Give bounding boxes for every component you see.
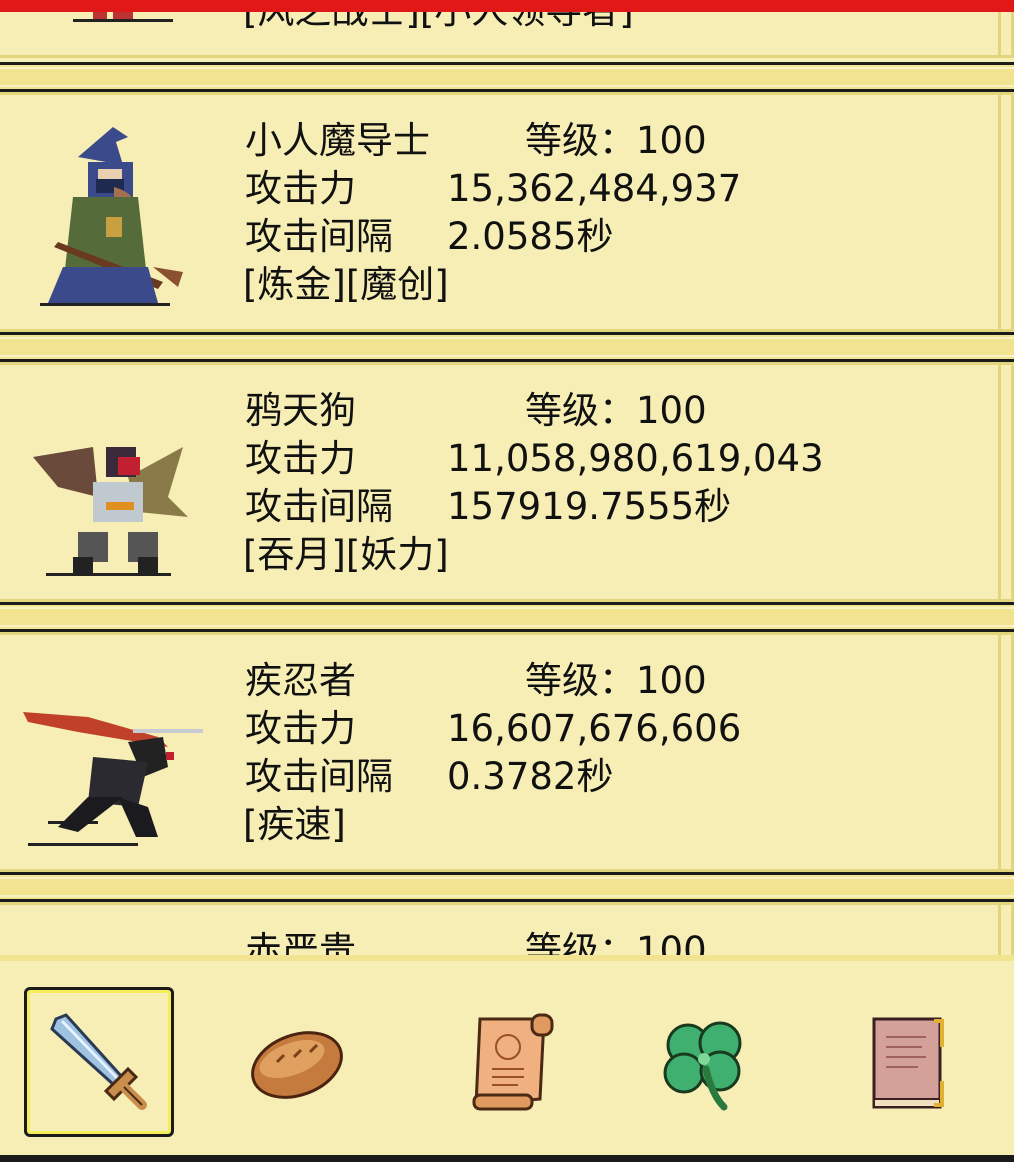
unit-card[interactable]: 疾忍者 等级：100 攻击力 16,607,676,606 攻击间隔 0.378… bbox=[0, 632, 1014, 872]
ninja-icon bbox=[18, 657, 208, 847]
unit-card[interactable]: 鸦天狗 等级：100 攻击力 11,058,980,619,043 攻击间隔 1… bbox=[0, 362, 1014, 602]
interval-label: 攻击间隔 bbox=[245, 755, 393, 798]
sword-icon bbox=[50, 1013, 147, 1110]
interval-value: 2.0585秒 bbox=[447, 215, 614, 258]
card-divider bbox=[0, 332, 1014, 362]
card-divider bbox=[0, 602, 1014, 632]
unit-name: 赤严贵 bbox=[245, 929, 356, 955]
helmet-icon bbox=[18, 927, 208, 955]
unit-name: 疾忍者 bbox=[245, 659, 356, 702]
interval-label: 攻击间隔 bbox=[245, 215, 393, 258]
attack-value: 11,058,980,619,043 bbox=[447, 437, 824, 480]
attack-label: 攻击力 bbox=[245, 437, 356, 480]
unit-card[interactable]: 赤严贵 等级：100 bbox=[0, 902, 1014, 955]
tab-luck[interactable] bbox=[630, 987, 780, 1137]
unit-level: 等级：100 bbox=[525, 929, 707, 955]
card-divider bbox=[0, 62, 1014, 92]
book-icon bbox=[872, 1017, 944, 1109]
unit-level: 等级：100 bbox=[525, 389, 707, 432]
bottom-toolbar bbox=[0, 955, 1014, 1162]
tab-weapons[interactable] bbox=[24, 987, 174, 1137]
card-divider bbox=[0, 872, 1014, 902]
interval-value: 0.3782秒 bbox=[447, 755, 614, 798]
attack-value: 15,362,484,937 bbox=[447, 167, 742, 210]
attack-value: 16,607,676,606 bbox=[447, 707, 742, 750]
tab-food[interactable] bbox=[222, 987, 372, 1137]
tab-records[interactable] bbox=[832, 987, 982, 1137]
card-tags: [炼金][魔创] bbox=[243, 263, 449, 306]
unit-name: 鸦天狗 bbox=[245, 389, 356, 432]
unit-level: 等级：100 bbox=[525, 659, 707, 702]
unit-level: 等级：100 bbox=[525, 119, 707, 162]
attack-label: 攻击力 bbox=[245, 167, 356, 210]
card-tags: [吞月][妖力] bbox=[243, 533, 449, 576]
unit-name: 小人魔导士 bbox=[245, 119, 430, 162]
interval-label: 攻击间隔 bbox=[245, 485, 393, 528]
mage-icon bbox=[18, 117, 208, 307]
interval-value: 157919.7555秒 bbox=[447, 485, 732, 528]
tengu-icon bbox=[18, 387, 208, 577]
attack-label: 攻击力 bbox=[245, 707, 356, 750]
toolbar-bottom-line bbox=[0, 1155, 1014, 1162]
unit-list[interactable]: [风之战士][小人领导者] 小人魔导士 等级：100 攻击力 15,362,48… bbox=[0, 0, 1014, 955]
top-red-bar bbox=[0, 0, 1014, 12]
bread-icon bbox=[251, 1031, 343, 1099]
card-tags: [疾速] bbox=[243, 803, 346, 846]
clover-icon bbox=[663, 1021, 742, 1111]
scroll-icon bbox=[472, 1013, 554, 1111]
game-screen: [风之战士][小人领导者] 小人魔导士 等级：100 攻击力 15,362,48… bbox=[0, 0, 1014, 1162]
unit-card[interactable]: 小人魔导士 等级：100 攻击力 15,362,484,937 攻击间隔 2.0… bbox=[0, 92, 1014, 332]
tab-scrolls[interactable] bbox=[432, 987, 582, 1137]
